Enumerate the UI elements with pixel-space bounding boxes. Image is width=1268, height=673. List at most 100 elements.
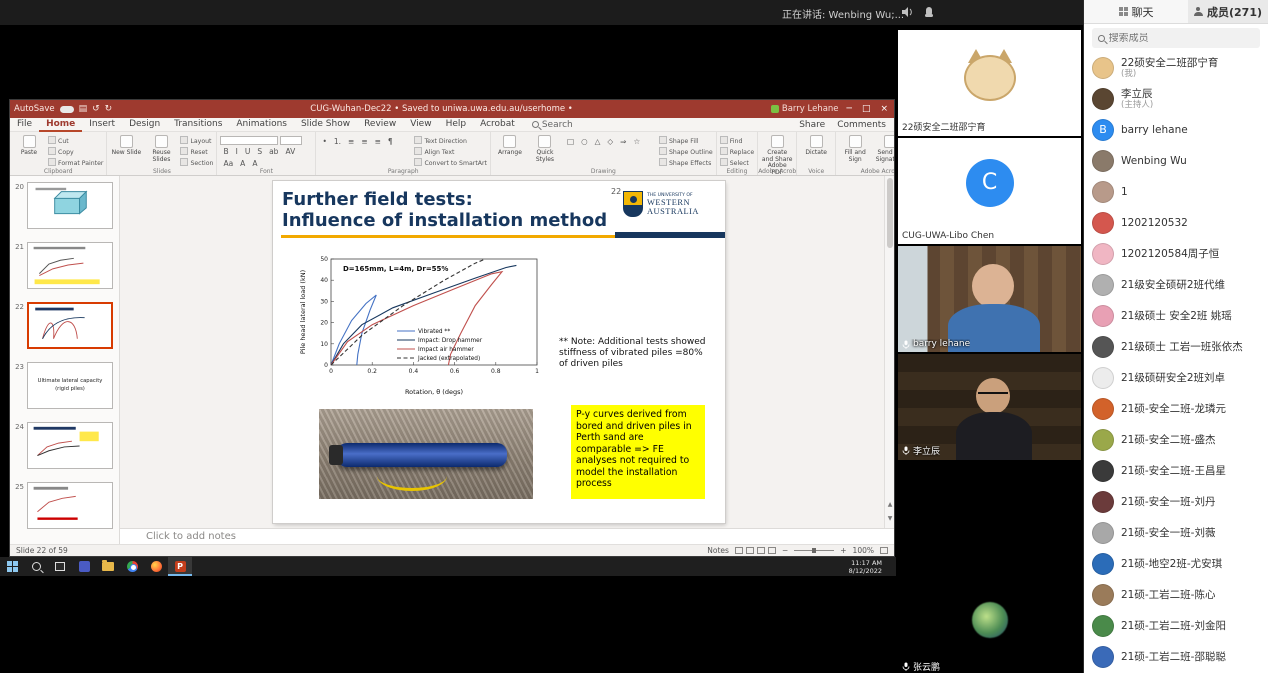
save-icon[interactable]: ▤: [79, 104, 88, 114]
zoom-out-button[interactable]: −: [782, 546, 788, 555]
ribbon-toggle[interactable]: ⇒: [617, 136, 629, 147]
member-row[interactable]: 21硕-安全二班-王昌星: [1084, 455, 1268, 486]
member-row[interactable]: 21硕-安全一班-刘丹: [1084, 486, 1268, 517]
ribbon-button[interactable]: Fill and Sign: [839, 134, 871, 163]
ribbon-command[interactable]: Convert to SmartArt: [414, 158, 487, 168]
ribbon-command[interactable]: Shape Fill: [659, 136, 713, 146]
ribbon-command[interactable]: Layout: [180, 136, 213, 146]
start-button[interactable]: [0, 557, 24, 576]
member-row[interactable]: 21硕-安全一班-刘薇: [1084, 517, 1268, 548]
member-row[interactable]: 21级硕研安全2班刘卓: [1084, 362, 1268, 393]
notes-toggle-button[interactable]: Notes: [707, 546, 729, 555]
member-search-input[interactable]: [1109, 33, 1254, 44]
fit-to-window-icon[interactable]: [880, 547, 888, 554]
task-view-button[interactable]: [48, 557, 72, 576]
thumbnail-preview[interactable]: [27, 482, 113, 529]
ribbon-command[interactable]: Shape Outline: [659, 147, 713, 157]
thumbnail-preview[interactable]: [27, 242, 113, 289]
menu-tab-file[interactable]: File: [10, 118, 39, 132]
ribbon-command[interactable]: Section: [180, 158, 213, 168]
taskbar-clock[interactable]: 11:17 AM 8/12/2022: [849, 559, 882, 575]
ribbon-toggle[interactable]: AV: [282, 146, 298, 157]
slide-thumbnail-23[interactable]: 23Ultimate lateral capacity(rigid piles): [12, 362, 115, 409]
teams-icon[interactable]: [72, 557, 96, 576]
ribbon-toggle[interactable]: ◇: [604, 136, 616, 147]
ribbon-button[interactable]: Arrange: [494, 134, 526, 157]
redo-icon[interactable]: ↻: [105, 104, 113, 114]
slide-thumbnail-24[interactable]: 24: [12, 422, 115, 469]
video-tile[interactable]: 22硕安全二班邵宁育: [898, 30, 1081, 136]
view-reading-icon[interactable]: [757, 547, 765, 554]
ribbon-toggle[interactable]: ≡: [345, 136, 357, 147]
member-row[interactable]: 22硕安全二班邵宁育(我): [1084, 52, 1268, 83]
member-row[interactable]: 1202120584周子恒: [1084, 238, 1268, 269]
zoom-slider[interactable]: [794, 550, 834, 551]
ribbon-toggle[interactable]: ○: [578, 136, 591, 147]
member-row[interactable]: 21硕-工岩二班-邵聪聪: [1084, 641, 1268, 672]
close-button[interactable]: ×: [880, 104, 888, 114]
ribbon-command[interactable]: Reset: [180, 147, 213, 157]
ribbon-toggle[interactable]: □: [564, 136, 577, 147]
ribbon-toggle[interactable]: ¶: [385, 136, 396, 147]
ribbon-command[interactable]: Copy: [48, 147, 103, 157]
member-row[interactable]: 21级硕士 工岩一班张依杰: [1084, 331, 1268, 362]
member-row[interactable]: 21硕-工岩二班-陈心: [1084, 579, 1268, 610]
menu-tab-transitions[interactable]: Transitions: [167, 118, 229, 132]
member-row[interactable]: 21硕-地空2班-尤安琪: [1084, 548, 1268, 579]
ribbon-toggle[interactable]: ≡: [358, 136, 370, 147]
ribbon-button[interactable]: New Slide: [110, 134, 142, 157]
ribbon-command[interactable]: Find: [720, 136, 754, 146]
ribbon-command[interactable]: Select: [720, 158, 754, 168]
ribbon-command[interactable]: Format Painter: [48, 158, 103, 168]
menu-tab-view[interactable]: View: [403, 118, 438, 132]
firefox-icon[interactable]: [144, 557, 168, 576]
font-size-box[interactable]: [280, 136, 302, 145]
ribbon-toggle[interactable]: ab: [266, 146, 281, 157]
thumbnail-preview[interactable]: [27, 422, 113, 469]
share-button[interactable]: Share: [799, 120, 825, 130]
file-explorer-icon[interactable]: [96, 557, 120, 576]
ribbon-toggle[interactable]: ≡: [372, 136, 384, 147]
slide-thumbnail-25[interactable]: 25: [12, 482, 115, 529]
slide-thumbnail-21[interactable]: 21: [12, 242, 115, 289]
thumbnail-preview[interactable]: [27, 182, 113, 229]
autosave-toggle[interactable]: [60, 106, 74, 113]
zoom-in-button[interactable]: +: [840, 546, 846, 555]
video-tile[interactable]: barry lehane: [898, 246, 1081, 352]
ribbon-search[interactable]: Search: [532, 120, 573, 130]
ribbon-toggle[interactable]: I: [233, 146, 241, 157]
ribbon-toggle[interactable]: ☆: [630, 136, 643, 147]
ribbon-command[interactable]: Replace: [720, 147, 754, 157]
ribbon-button[interactable]: Paste: [13, 134, 45, 157]
next-slide-button[interactable]: ▼: [885, 512, 894, 526]
notes-pane[interactable]: Click to add notes: [120, 528, 894, 544]
undo-icon[interactable]: ↺: [92, 104, 100, 114]
member-row[interactable]: 21硕-工岩二班-刘金阳: [1084, 610, 1268, 641]
view-normal-icon[interactable]: [735, 547, 743, 554]
ribbon-button[interactable]: Quick Styles: [529, 134, 561, 163]
powerpoint-icon[interactable]: P: [168, 557, 192, 576]
ribbon-toggle[interactable]: 1.: [331, 136, 344, 147]
slide-thumbnail-20[interactable]: 20: [12, 182, 115, 229]
tab-chat[interactable]: 聊天: [1084, 0, 1188, 23]
ribbon-toggle[interactable]: S: [254, 146, 265, 157]
ribbon-command[interactable]: Cut: [48, 136, 103, 146]
previous-slide-button[interactable]: ▲: [885, 498, 894, 512]
menu-tab-animations[interactable]: Animations: [229, 118, 294, 132]
account-name[interactable]: Barry Lehane: [782, 104, 839, 114]
member-row[interactable]: 21级安全硕研2班代维: [1084, 269, 1268, 300]
menu-tab-insert[interactable]: Insert: [82, 118, 122, 132]
member-row[interactable]: 1: [1084, 176, 1268, 207]
raise-hand-icon[interactable]: [922, 5, 936, 19]
member-row[interactable]: Bbarry lehane: [1084, 114, 1268, 145]
member-row[interactable]: 21级硕士 安全2班 姚瑶: [1084, 300, 1268, 331]
menu-tab-design[interactable]: Design: [122, 118, 167, 132]
tab-members[interactable]: 成员(271): [1188, 0, 1268, 23]
video-tile[interactable]: 李立辰: [898, 354, 1081, 460]
zoom-level[interactable]: 100%: [853, 546, 874, 555]
thumbnail-preview[interactable]: [27, 302, 113, 349]
ribbon-button[interactable]: Send for Signature: [874, 134, 894, 163]
video-tile[interactable]: CCUG-UWA-Libo Chen: [898, 138, 1081, 244]
restore-button[interactable]: □: [862, 104, 871, 114]
ribbon-button[interactable]: Reuse Slides: [145, 134, 177, 163]
